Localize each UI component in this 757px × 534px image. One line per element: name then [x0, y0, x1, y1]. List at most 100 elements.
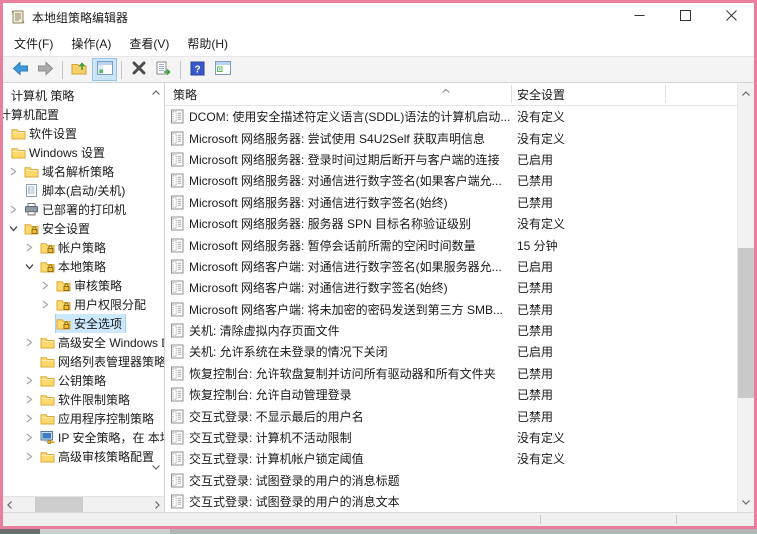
policy-icon: [170, 387, 186, 402]
tree-item-body: 计算机 策略: [9, 86, 77, 105]
policy-icon: [170, 494, 186, 509]
expander-icon[interactable]: [24, 409, 40, 428]
list-vscroll-thumb[interactable]: [738, 248, 754, 398]
policy-row[interactable]: 交互式登录: 计算机帐户锁定阈值没有定义: [165, 448, 737, 469]
expander-icon[interactable]: [8, 162, 24, 181]
tree-item[interactable]: 网络列表管理器策略: [3, 352, 164, 371]
back-button[interactable]: [8, 58, 33, 81]
scroll-right-icon[interactable]: [154, 499, 161, 512]
column-divider[interactable]: [665, 85, 666, 103]
tree-horizontal-scrollbar[interactable]: [3, 496, 164, 512]
tree-item[interactable]: 软件限制策略: [3, 390, 164, 409]
menu-help[interactable]: 帮助(H): [178, 32, 237, 55]
expander-icon[interactable]: [24, 371, 40, 390]
tree-item[interactable]: 审核策略: [3, 276, 164, 295]
expander-icon[interactable]: [40, 295, 56, 314]
tree-item[interactable]: 公钥策略: [3, 371, 164, 390]
tree-item[interactable]: 计算机配置: [3, 105, 164, 124]
folder-icon: [40, 333, 56, 352]
policy-row[interactable]: 交互式登录: 计算机不活动限制没有定义: [165, 427, 737, 448]
policy-row[interactable]: Microsoft 网络客户端: 对通信进行数字签名(始终)已禁用: [165, 277, 737, 298]
close-button[interactable]: [708, 3, 754, 31]
tree-item[interactable]: 本地策略: [3, 257, 164, 276]
tree-scroll-up-icon[interactable]: [151, 85, 161, 99]
forward-button[interactable]: [33, 58, 58, 81]
tree-item[interactable]: 域名解析策略: [3, 162, 164, 181]
up-one-level-button[interactable]: [67, 58, 92, 81]
export-list-button[interactable]: [151, 58, 176, 81]
tree-item[interactable]: 计算机 策略: [3, 86, 164, 105]
tree-item[interactable]: 已部署的打印机: [3, 200, 164, 219]
menu-file[interactable]: 文件(F): [5, 32, 62, 55]
policy-row[interactable]: 恢复控制台: 允许软盘复制并访问所有驱动器和所有文件夹已禁用: [165, 363, 737, 384]
sort-ascending-icon: [441, 83, 451, 97]
tree-item-body: 安全选项: [56, 314, 125, 333]
policy-row[interactable]: 关机: 允许系统在未登录的情况下关闭已启用: [165, 341, 737, 362]
policy-row[interactable]: Microsoft 网络服务器: 对通信进行数字签名(始终)已禁用: [165, 192, 737, 213]
tree-hscroll-thumb[interactable]: [35, 497, 83, 512]
tree-item-label: 审核策略: [72, 277, 125, 294]
tree-item[interactable]: 高级安全 Windows Defender 防火墙: [3, 333, 164, 352]
tree-item[interactable]: 脚本(启动/关机): [3, 181, 164, 200]
tree-item[interactable]: 帐户策略: [3, 238, 164, 257]
policy-row[interactable]: Microsoft 网络服务器: 暂停会话前所需的空闲时间数量15 分钟: [165, 234, 737, 255]
maximize-button[interactable]: [662, 3, 708, 31]
expander-icon[interactable]: [24, 333, 40, 352]
status-bar: [3, 512, 754, 526]
policy-row[interactable]: DCOM: 使用安全描述符定义语言(SDDL)语法的计算机启动...没有定义: [165, 106, 737, 127]
menu-action[interactable]: 操作(A): [62, 32, 120, 55]
policy-row[interactable]: 交互式登录: 不显示最后的用户名已禁用: [165, 405, 737, 426]
column-divider[interactable]: [511, 85, 512, 103]
tree-item-label: Windows 设置: [27, 144, 108, 161]
policy-row[interactable]: 交互式登录: 试图登录的用户的消息文本: [165, 491, 737, 512]
show-console-tree-icon: [97, 61, 113, 78]
tree-item-body: 域名解析策略: [24, 162, 117, 181]
scroll-up-icon[interactable]: [741, 86, 751, 100]
policy-row[interactable]: 交互式登录: 试图登录的用户的消息标题: [165, 470, 737, 491]
policy-row[interactable]: 恢复控制台: 允许自动管理登录已禁用: [165, 384, 737, 405]
expander-icon[interactable]: [24, 390, 40, 409]
expander-icon[interactable]: [8, 219, 24, 238]
column-header-security-setting[interactable]: 安全设置: [511, 86, 665, 103]
scroll-left-icon[interactable]: [6, 499, 13, 512]
expander-icon[interactable]: [24, 257, 40, 276]
column-header-policy[interactable]: 策略: [165, 86, 511, 103]
show-console-tree-button[interactable]: [92, 58, 117, 81]
expander-icon[interactable]: [8, 200, 24, 219]
policy-icon: [170, 216, 186, 231]
policy-icon: [170, 259, 186, 274]
help-button[interactable]: ?: [185, 58, 210, 81]
taskbar-fragment: [0, 529, 40, 534]
tree-item-body: 网络列表管理器策略: [40, 352, 164, 371]
tree-item[interactable]: 软件设置: [3, 124, 164, 143]
delete-button[interactable]: [126, 58, 151, 81]
expander-icon[interactable]: [24, 447, 40, 466]
policy-row[interactable]: 关机: 清除虚拟内存页面文件已禁用: [165, 320, 737, 341]
tree-item[interactable]: 应用程序控制策略: [3, 409, 164, 428]
folder-icon: [11, 124, 27, 143]
expander-icon[interactable]: [40, 276, 56, 295]
scroll-down-icon[interactable]: [741, 495, 751, 509]
tree-scroll-down-icon[interactable]: [151, 460, 161, 474]
policy-row[interactable]: Microsoft 网络服务器: 登录时间过期后断开与客户端的连接已启用: [165, 149, 737, 170]
expander-icon[interactable]: [24, 428, 40, 447]
menu-view[interactable]: 查看(V): [120, 32, 178, 55]
show-action-pane-button[interactable]: [210, 58, 235, 81]
tree-item[interactable]: 用户权限分配: [3, 295, 164, 314]
policy-row[interactable]: Microsoft 网络服务器: 服务器 SPN 目标名称验证级别没有定义: [165, 213, 737, 234]
expander-icon[interactable]: [24, 238, 40, 257]
tree-item[interactable]: 高级审核策略配置: [3, 447, 164, 466]
policy-row[interactable]: Microsoft 网络客户端: 对通信进行数字签名(如果服务器允...已启用: [165, 256, 737, 277]
tree-item-body: 高级安全 Windows Defender 防火墙: [40, 333, 164, 352]
policy-row[interactable]: Microsoft 网络客户端: 将未加密的密码发送到第三方 SMB...已禁用: [165, 299, 737, 320]
tree-item[interactable]: Windows 设置: [3, 143, 164, 162]
list-vertical-scrollbar[interactable]: [737, 83, 754, 512]
tree-item[interactable]: 安全选项: [3, 314, 164, 333]
tree-item[interactable]: IP 安全策略，在 本地计算机: [3, 428, 164, 447]
policy-name: Microsoft 网络服务器: 登录时间过期后断开与客户端的连接: [186, 151, 511, 168]
minimize-button[interactable]: [616, 3, 662, 31]
security-setting-value: 没有定义: [511, 130, 565, 147]
tree-item[interactable]: 安全设置: [3, 219, 164, 238]
policy-row[interactable]: Microsoft 网络服务器: 对通信进行数字签名(如果客户端允...已禁用: [165, 170, 737, 191]
policy-row[interactable]: Microsoft 网络服务器: 尝试使用 S4U2Self 获取声明信息没有定…: [165, 127, 737, 148]
